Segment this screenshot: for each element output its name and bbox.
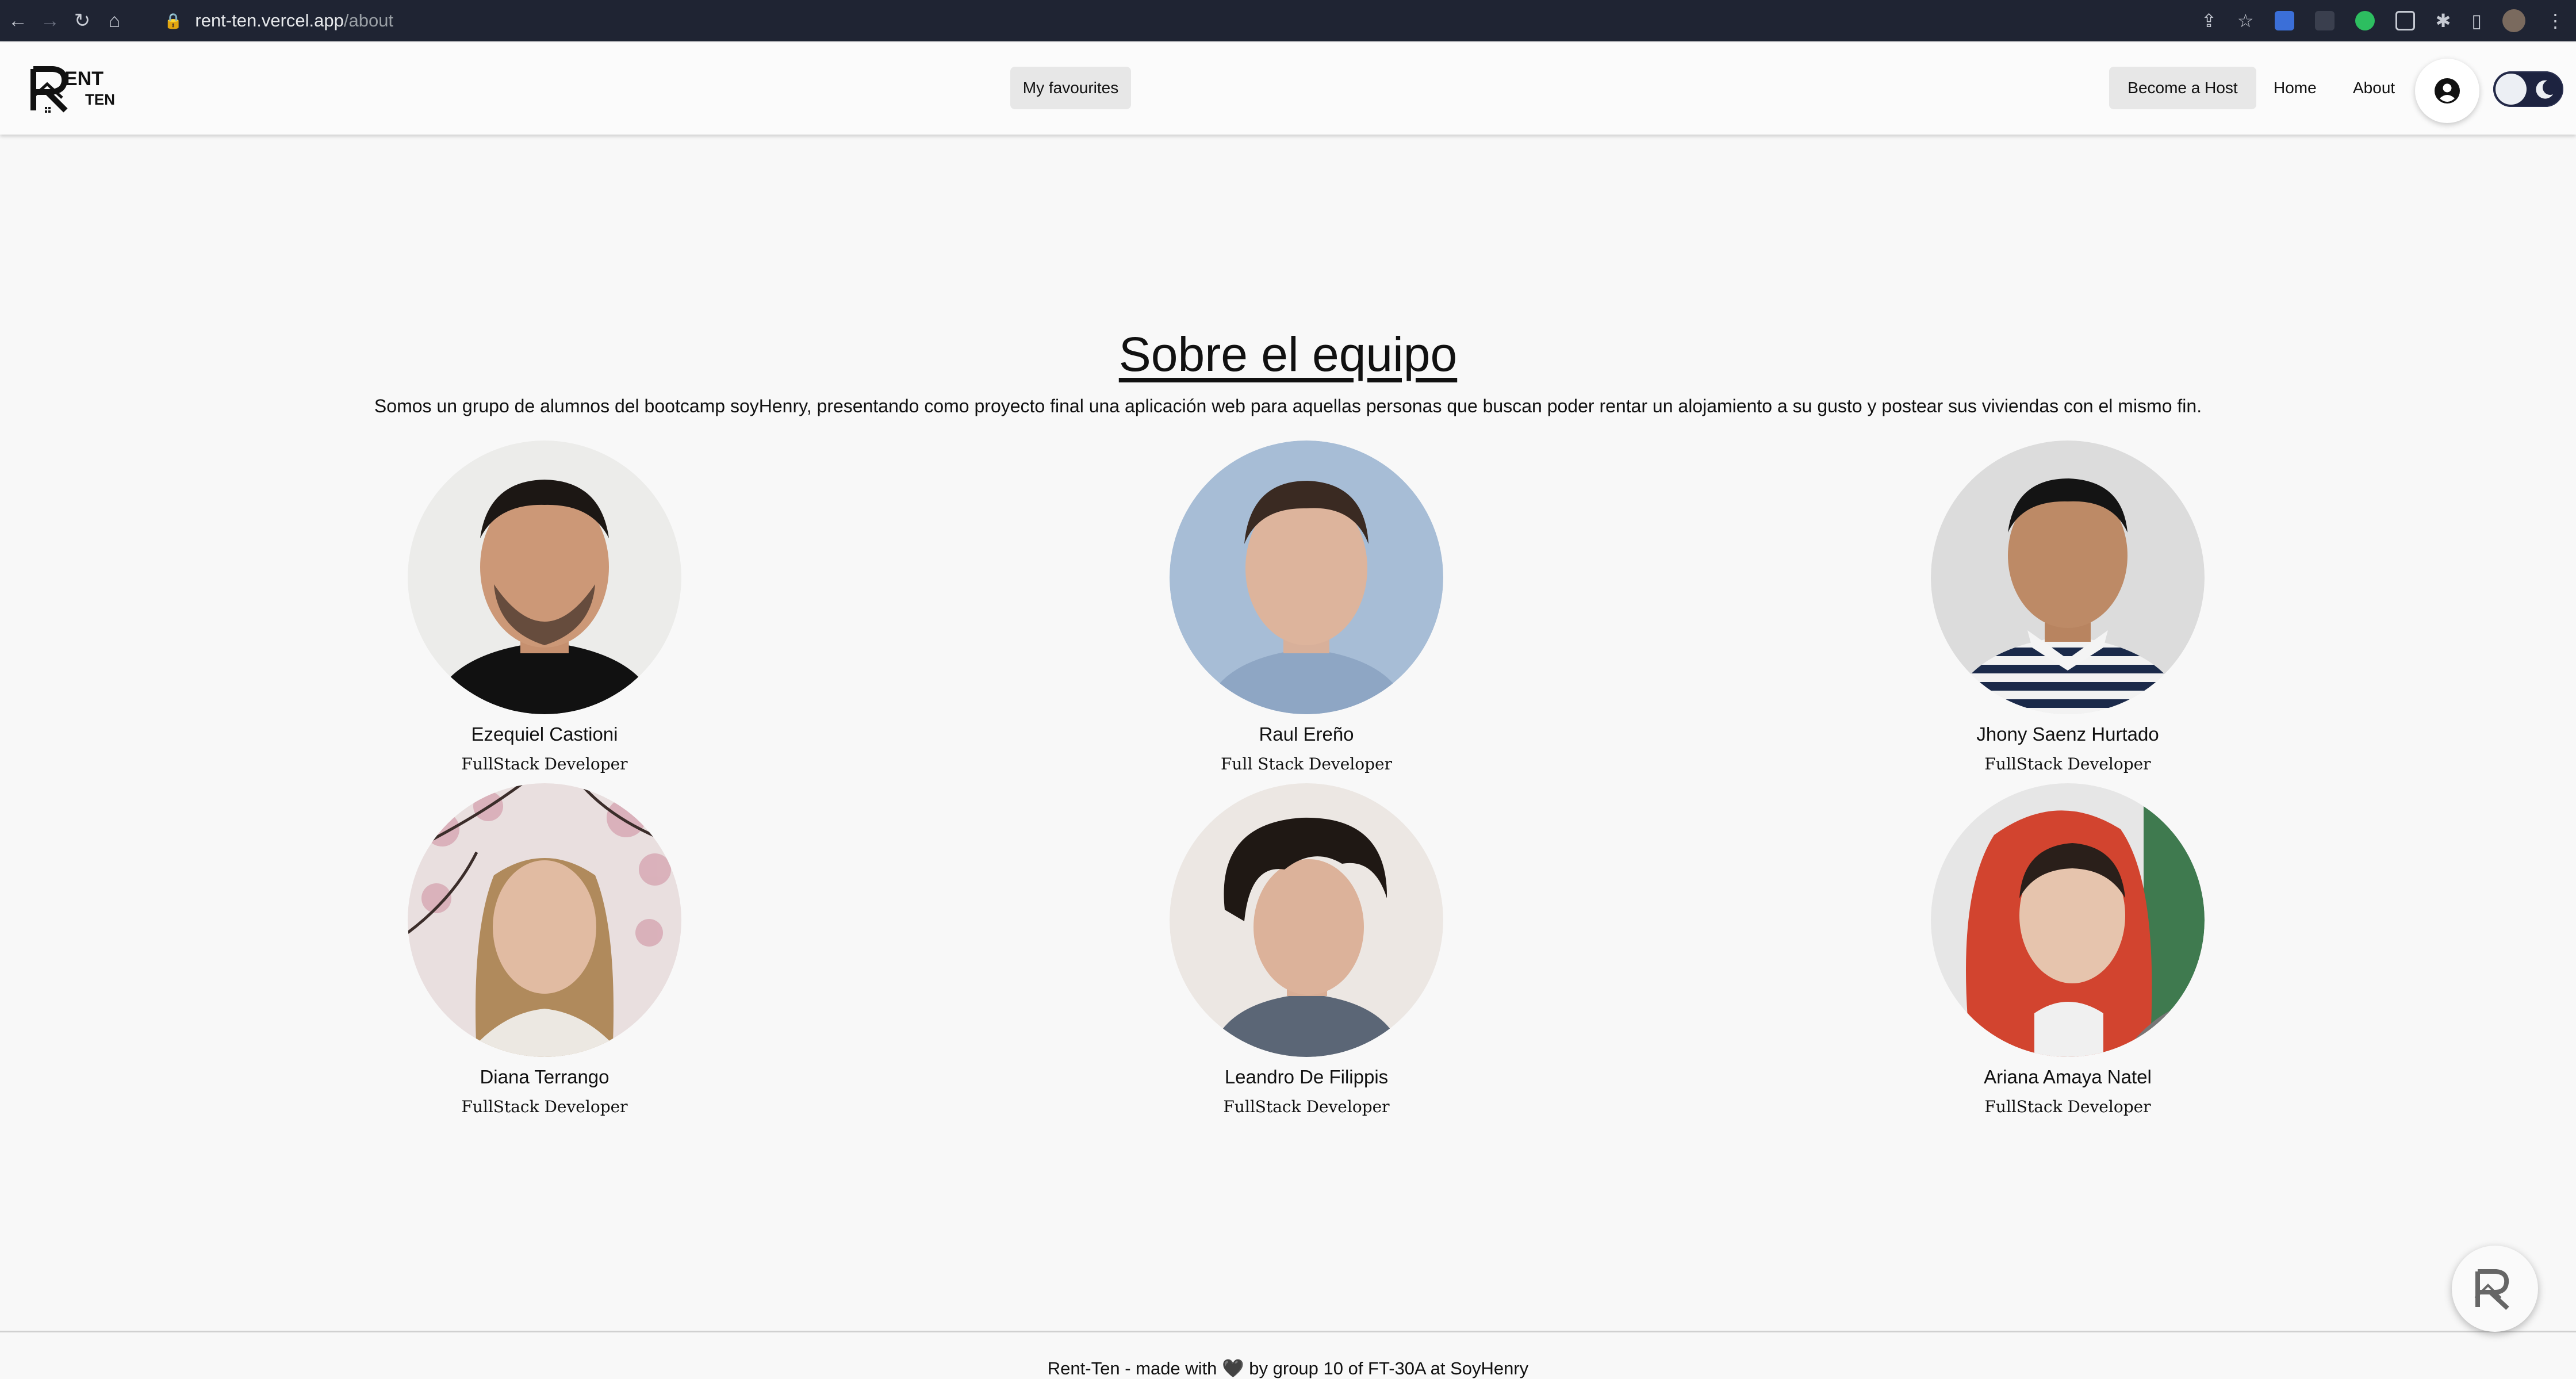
member-role: FullStack Developer xyxy=(1984,754,2151,773)
member-role: FullStack Developer xyxy=(461,754,628,773)
page-footer: Rent-Ten - made with 🖤 by group 10 of FT… xyxy=(0,1331,2576,1378)
team-member-card: Ariana Amaya Natel FullStack Developer xyxy=(1895,783,2240,1116)
app-header: ENT TEN My favourites Become a Host Home… xyxy=(0,43,2576,135)
page-title: Sobre el equipo xyxy=(1118,327,1458,381)
profile-avatar-icon[interactable] xyxy=(2502,9,2525,32)
svg-text:TEN: TEN xyxy=(85,91,115,108)
member-name: Raul Ereño xyxy=(1259,723,1354,745)
team-member-card: Leandro De Filippis FullStack Developer xyxy=(1134,783,1479,1116)
dark-mode-toggle[interactable] xyxy=(2493,71,2563,107)
member-photo xyxy=(1931,440,2205,714)
team-member-card: Jhony Saenz Hurtado FullStack Developer xyxy=(1895,440,2240,773)
toggle-knob xyxy=(2496,74,2527,105)
logo-floating-button[interactable] xyxy=(2452,1246,2538,1332)
forward-arrow-icon[interactable]: → xyxy=(36,10,64,32)
member-name: Ariana Amaya Natel xyxy=(1984,1066,2152,1087)
svg-text:ENT: ENT xyxy=(64,68,103,90)
menu-dots-icon[interactable]: ⋮ xyxy=(2546,10,2564,32)
nav-home-link[interactable]: Home xyxy=(2274,67,2317,109)
user-circle-icon xyxy=(2435,78,2460,104)
member-photo xyxy=(408,440,681,714)
member-photo xyxy=(408,783,681,1057)
my-favourites-button[interactable]: My favourites xyxy=(1010,67,1131,109)
translate-extension-icon[interactable] xyxy=(2274,11,2294,30)
team-member-card: Diana Terrango FullStack Developer xyxy=(372,783,717,1116)
share-icon[interactable]: ⇪ xyxy=(2201,10,2217,32)
url-host: rent-ten.vercel.app xyxy=(195,10,344,30)
rent-ten-logo[interactable]: ENT TEN xyxy=(30,63,128,115)
team-member-card: Raul Ereño Full Stack Developer xyxy=(1134,440,1479,773)
member-role: FullStack Developer xyxy=(1223,1097,1390,1116)
member-name: Jhony Saenz Hurtado xyxy=(1976,723,2159,745)
bookmark-star-icon[interactable]: ☆ xyxy=(2237,10,2254,32)
moon-icon xyxy=(2536,80,2553,99)
address-bar[interactable]: 🔒 rent-ten.vercel.app/about xyxy=(164,5,2291,37)
member-name: Diana Terrango xyxy=(480,1066,610,1087)
rent-ten-mark-icon xyxy=(2474,1269,2509,1310)
team-member-card: Ezequiel Castioni FullStack Developer xyxy=(372,440,717,773)
member-role: FullStack Developer xyxy=(1984,1097,2151,1116)
lock-icon: 🔒 xyxy=(164,12,183,29)
intro-text: Somos un grupo de alumnos del bootcamp s… xyxy=(374,396,2202,416)
url-path: /about xyxy=(343,10,394,30)
member-name: Leandro De Filippis xyxy=(1224,1066,1389,1087)
puzzle-extensions-icon[interactable]: ✱ xyxy=(2436,10,2451,32)
member-photo xyxy=(1170,440,1443,714)
footer-text: Rent-Ten - made with 🖤 by group 10 of FT… xyxy=(1047,1358,1529,1378)
evernote-extension-icon[interactable] xyxy=(2355,11,2375,30)
user-menu-button[interactable] xyxy=(2415,59,2479,123)
become-host-button[interactable]: Become a Host xyxy=(2109,67,2256,109)
browser-toolbar: ← → ↻ ⌂ 🔒 rent-ten.vercel.app/about ⇪ ☆ … xyxy=(0,0,2576,41)
member-photo xyxy=(1170,783,1443,1057)
member-name: Ezequiel Castioni xyxy=(471,723,618,745)
pen-extension-icon[interactable] xyxy=(2314,11,2334,30)
reload-icon[interactable]: ↻ xyxy=(68,9,97,32)
side-panel-icon[interactable]: ▯ xyxy=(2471,10,2482,32)
home-icon[interactable]: ⌂ xyxy=(100,10,129,32)
grid-extension-icon[interactable] xyxy=(2395,11,2415,30)
member-role: FullStack Developer xyxy=(461,1097,628,1116)
member-role: Full Stack Developer xyxy=(1220,754,1393,773)
member-photo xyxy=(1931,783,2205,1057)
nav-about-link[interactable]: About xyxy=(2353,67,2395,109)
back-arrow-icon[interactable]: ← xyxy=(3,10,32,32)
